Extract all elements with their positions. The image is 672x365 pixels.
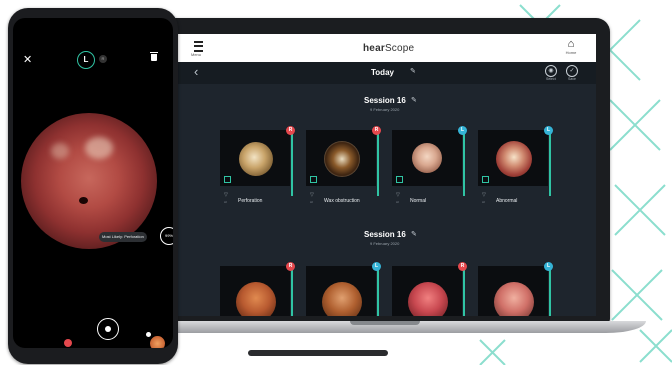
side-badge: L: [458, 126, 467, 135]
side-badge: R: [458, 262, 467, 271]
exam-card[interactable]: [220, 266, 290, 316]
side-indicator-bar: [549, 270, 551, 316]
menu-label: Menu: [191, 52, 202, 57]
light-reflex: [85, 137, 113, 159]
side-badge: L: [372, 262, 381, 271]
ear-image: [408, 282, 448, 316]
select-button[interactable]: ◉: [545, 65, 557, 77]
exam-card[interactable]: [306, 266, 376, 316]
session-date: 9 February 2020: [370, 241, 400, 246]
ai-caption: AI: [482, 200, 485, 204]
side-badge: L: [544, 126, 553, 135]
record-button[interactable]: [64, 339, 72, 347]
app-logo: hearScope: [363, 43, 414, 54]
save-button[interactable]: ✓: [566, 65, 578, 77]
side-indicator-bar: [463, 134, 465, 196]
select-checkbox[interactable]: [396, 176, 403, 183]
ear-image: [412, 143, 442, 173]
exam-card[interactable]: [478, 266, 548, 316]
side-badge: R: [286, 262, 295, 271]
exam-card-wax[interactable]: [306, 130, 376, 186]
last-capture-thumbnail[interactable]: [150, 336, 165, 348]
edit-session-icon[interactable]: ✎: [411, 230, 417, 238]
home-label: Home: [565, 50, 577, 55]
light-reflex: [51, 143, 69, 159]
side-indicator-bar: [463, 270, 465, 316]
session-title: Session 16: [364, 96, 406, 105]
session-date: 9 February 2020: [370, 107, 400, 112]
left-ear-toggle[interactable]: L: [77, 51, 95, 69]
home-button[interactable]: ⌂ Home: [560, 39, 582, 57]
side-indicator-bar: [549, 134, 551, 196]
exam-card-perforation[interactable]: [220, 130, 290, 186]
save-label: Save: [568, 77, 576, 81]
select-checkbox[interactable]: [482, 176, 489, 183]
ear-image: [239, 142, 273, 176]
exam-card-normal[interactable]: [392, 130, 462, 186]
card-label: Wax obstruction: [324, 198, 360, 204]
side-badge: L: [544, 262, 553, 271]
ai-triangle-icon: ▽: [310, 192, 314, 198]
select-checkbox[interactable]: [310, 176, 317, 183]
session-title: Session 16: [364, 230, 406, 239]
ai-caption: AI: [224, 200, 227, 204]
day-title: Today: [371, 68, 394, 77]
capture-button[interactable]: [97, 318, 119, 340]
logo-prefix: hear: [363, 43, 385, 54]
side-indicator-bar: [291, 134, 293, 196]
app-subbar: ‹ Today ✎ ◉ Select ✓ Save: [178, 62, 596, 84]
laptop-notch: [350, 321, 420, 325]
side-badge: R: [372, 126, 381, 135]
logo-suffix: Scope: [384, 43, 415, 54]
exam-card[interactable]: [392, 266, 462, 316]
side-badge: R: [286, 126, 295, 135]
ear-image: [324, 141, 360, 177]
perforation-mark: [79, 197, 88, 204]
app-topbar: Menu hearScope ⌂ Home: [178, 34, 596, 62]
exam-card-abnormal[interactable]: [478, 130, 548, 186]
side-indicator-bar: [291, 270, 293, 316]
trash-icon[interactable]: [150, 52, 158, 61]
close-icon[interactable]: ✕: [23, 53, 32, 66]
laptop-screen: Menu hearScope ⌂ Home ‹ Today ✎ ◉ Select…: [178, 34, 596, 316]
back-chevron-icon[interactable]: ‹: [194, 64, 198, 79]
side-indicator-bar: [377, 134, 379, 196]
ear-image: [322, 282, 362, 316]
card-label: Normal: [410, 198, 427, 204]
phone-screen: ✕ L R Most Likely: Perforation 99%: [13, 18, 173, 348]
right-ear-toggle[interactable]: R: [99, 55, 107, 63]
select-checkbox[interactable]: [224, 176, 231, 183]
otoscope-live-view: [21, 113, 157, 249]
menu-button[interactable]: Menu: [190, 39, 208, 57]
ear-image: [236, 282, 276, 316]
home-icon: ⌂: [567, 38, 575, 50]
edit-session-icon[interactable]: ✎: [411, 96, 417, 104]
select-label: Select: [546, 77, 556, 81]
side-indicator-bar: [377, 270, 379, 316]
hamburger-icon: [194, 41, 203, 52]
card-label: Perforation: [238, 198, 263, 204]
diagnosis-pill: Most Likely: Perforation: [99, 232, 147, 242]
ai-caption: AI: [310, 200, 313, 204]
ai-triangle-icon: ▽: [224, 192, 228, 198]
card-label: Abnormal: [496, 198, 518, 204]
thumbnail-badge: [146, 332, 151, 337]
otoscope-device: [248, 350, 388, 356]
ear-image: [494, 282, 534, 316]
ai-confidence-ring[interactable]: 99%: [160, 227, 173, 245]
ai-triangle-icon: ▽: [482, 192, 486, 198]
ai-caption: AI: [396, 200, 399, 204]
ai-triangle-icon: ▽: [396, 192, 400, 198]
ear-image: [496, 141, 532, 177]
edit-pencil-icon[interactable]: ✎: [410, 67, 416, 75]
